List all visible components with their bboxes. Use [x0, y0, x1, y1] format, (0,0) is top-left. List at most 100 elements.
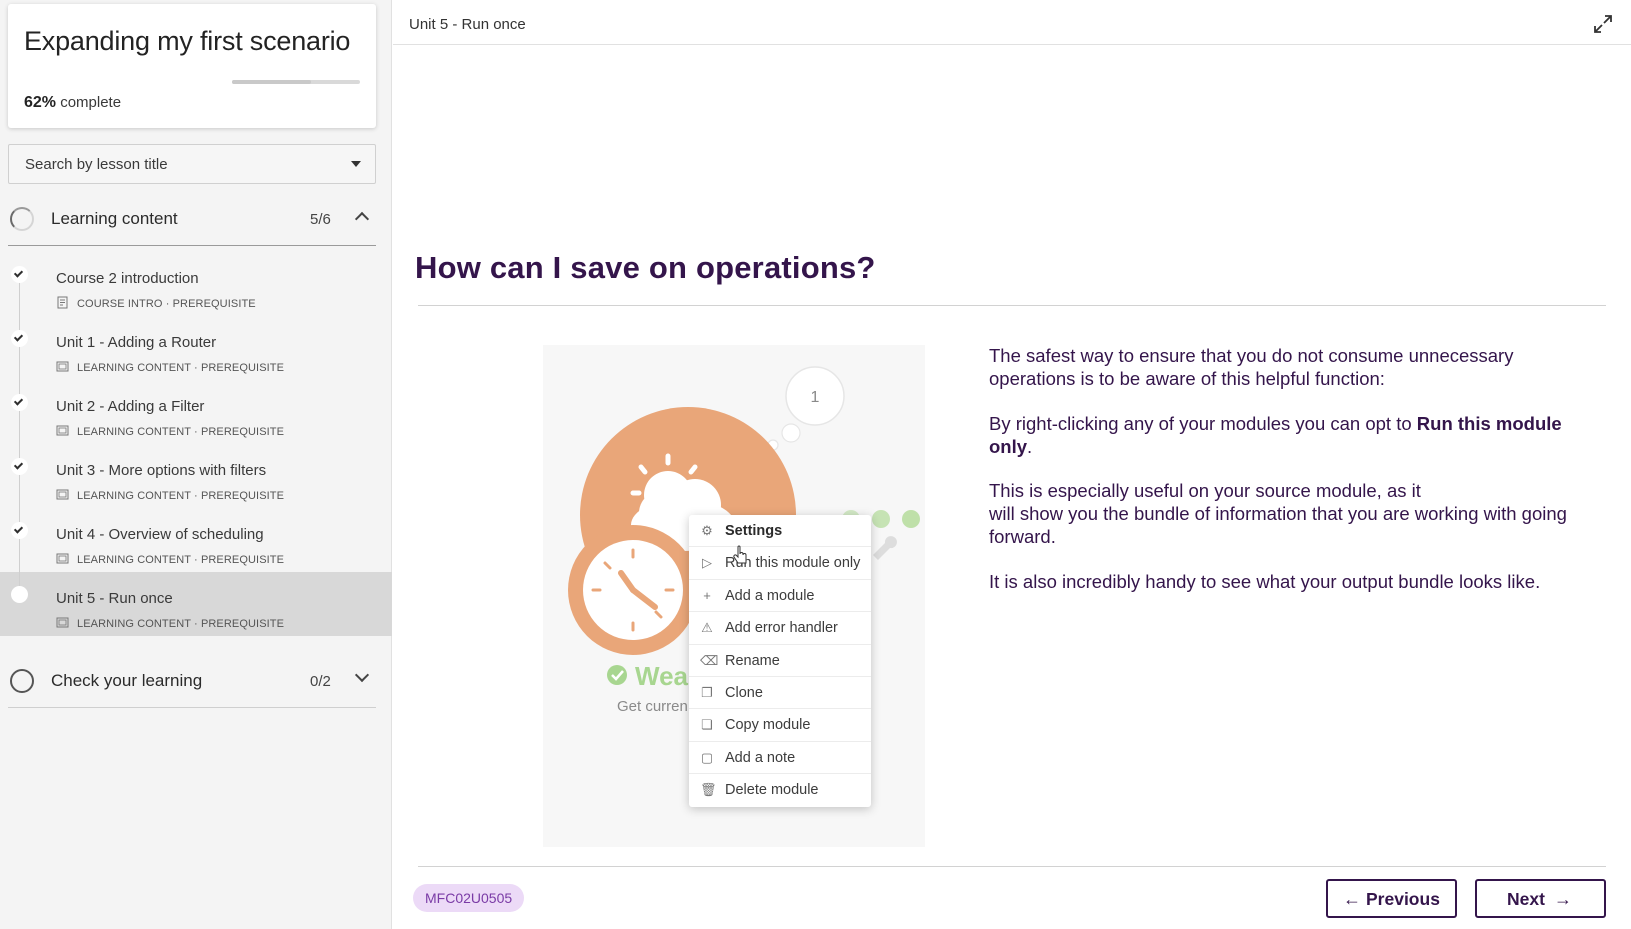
context-menu-item: ❐ Clone	[689, 677, 871, 710]
context-menu-label: Delete module	[725, 782, 819, 799]
copy-icon: ❏	[701, 717, 713, 733]
play-icon: ▷	[702, 555, 712, 571]
hand-cursor-icon	[733, 545, 747, 564]
context-menu-item: 🗑 Delete module	[689, 774, 871, 806]
paragraph-output-bundle: It is also incredibly handy to see what …	[989, 570, 1541, 592]
lesson-complete-check-icon	[11, 522, 28, 539]
course-progress-bar	[232, 80, 360, 84]
trash-icon: 🗑	[700, 782, 717, 798]
course-progress-text: 62% complete	[24, 94, 121, 112]
slides-icon	[56, 361, 69, 372]
lesson-title: Unit 1 - Adding a Router	[56, 334, 217, 351]
lesson-list: Course 2 introduction COURSE INTRO · PRER…	[0, 252, 392, 636]
next-label: Next	[1507, 889, 1545, 909]
clone-icon: ❐	[701, 684, 713, 700]
lesson-title: Unit 4 - Overview of scheduling	[56, 526, 264, 543]
section-divider	[8, 245, 376, 246]
lesson-type: LEARNING CONTENT	[77, 490, 191, 502]
context-menu-label: Add a module	[725, 587, 815, 604]
lesson-item[interactable]: Unit 2 - Adding a Filter LEARNING CONTENT…	[0, 380, 392, 444]
module-sub-partial: Get curren	[617, 698, 688, 715]
document-icon	[57, 296, 68, 309]
lesson-item[interactable]: Unit 5 - Run once LEARNING CONTENT · PRER…	[0, 572, 392, 636]
context-menu-label: Add a note	[725, 749, 796, 766]
warning-icon: ⚠	[701, 620, 713, 636]
lesson-type: LEARNING CONTENT	[77, 618, 191, 630]
section-label: Learning content	[51, 209, 178, 228]
lesson-search-dropdown[interactable]: Search by lesson title	[8, 144, 376, 184]
previous-button[interactable]: ← Previous	[1326, 879, 1457, 918]
lesson-tag: PREREQUISITE	[200, 490, 285, 502]
arrow-left-icon: ←	[1343, 889, 1361, 909]
module-context-menu-illustration: Wea Get curren 1 ⚙ Settings ▷ Run this modu…	[543, 345, 925, 847]
lesson-meta: LEARNING CONTENT · PREREQUISITE	[56, 424, 284, 438]
previous-label: Previous	[1366, 889, 1440, 909]
lesson-meta: LEARNING CONTENT · PREREQUISITE	[56, 616, 284, 630]
lesson-type: LEARNING CONTENT	[77, 554, 191, 566]
slides-icon	[56, 425, 69, 436]
course-progress-fill	[232, 80, 312, 84]
section-label: Check your learning	[51, 671, 203, 690]
section-divider	[8, 707, 376, 708]
plus-icon: +	[703, 587, 711, 603]
context-menu-label: Copy module	[725, 717, 811, 734]
caret-down-icon	[351, 161, 361, 167]
lesson-meta: LEARNING CONTENT · PREREQUISITE	[56, 552, 284, 566]
progress-suffix: complete	[60, 94, 122, 111]
meta-separator: ·	[194, 618, 198, 630]
context-menu-item: ⚙ Settings	[689, 515, 871, 548]
context-menu-item: + Add a module	[689, 580, 871, 613]
progress-percent: 62%	[24, 94, 57, 111]
lesson-tag: PREREQUISITE	[172, 298, 256, 310]
lesson-item[interactable]: Unit 1 - Adding a Router LEARNING CONTENT…	[0, 316, 392, 380]
lesson-title: Course 2 introduction	[56, 270, 199, 287]
lesson-current-dot-icon	[11, 586, 28, 603]
lesson-title: Unit 5 - Run once	[56, 590, 173, 607]
section-progress-ring-icon	[10, 669, 34, 693]
slides-icon	[56, 553, 69, 564]
course-summary-card: Expanding my first scenario 62% complete	[8, 4, 376, 128]
paragraph-text: By right-clicking any of your modules yo…	[989, 412, 1417, 434]
slides-icon	[56, 617, 69, 628]
lesson-meta: LEARNING CONTENT · PREREQUISITE	[56, 488, 284, 502]
lesson-track-line	[19, 444, 20, 508]
context-menu-item: ⌫ Rename	[689, 645, 871, 677]
lesson-complete-check-icon	[11, 458, 28, 475]
lesson-item[interactable]: Unit 4 - Overview of scheduling LEARNING …	[0, 508, 392, 572]
lesson-complete-check-icon	[11, 266, 28, 283]
footer-divider	[418, 866, 1606, 867]
section-count: 5/6	[310, 211, 331, 228]
gear-icon: ⚙	[701, 523, 713, 538]
paragraph-right-click: By right-clicking any of your modules yo…	[989, 412, 1589, 458]
lesson-complete-check-icon	[11, 330, 28, 347]
context-menu-item: ❏ Copy module	[689, 709, 871, 742]
section-progress-ring-icon	[10, 207, 34, 231]
section-learning-content[interactable]: Learning content 5/6	[8, 194, 376, 246]
lesson-code-badge: MFC02U0505	[413, 884, 525, 912]
expand-icon[interactable]	[1593, 14, 1613, 34]
lesson-heading: How can I save on operations?	[415, 250, 876, 285]
chevron-up-icon	[354, 211, 370, 227]
bubble-number: 1	[811, 389, 820, 406]
lesson-title: Unit 3 - More options with filters	[56, 462, 267, 479]
lesson-track-line	[19, 380, 20, 444]
paragraph-source-module: This is especially useful on your source…	[989, 479, 1589, 548]
context-menu-label: Rename	[725, 652, 780, 669]
lesson-item[interactable]: Course 2 introduction COURSE INTRO · PRER…	[0, 252, 392, 316]
paragraph-line: This is especially useful on your source…	[989, 480, 1421, 501]
module-context-menu: ⚙ Settings ▷ Run this module only + Add a mod…	[689, 515, 871, 807]
lesson-tag: PREREQUISITE	[200, 554, 285, 566]
unit-title: Unit 5 - Run once	[409, 16, 526, 33]
note-icon: ▢	[700, 749, 714, 765]
lesson-type: LEARNING CONTENT	[77, 362, 191, 374]
section-check-your-learning[interactable]: Check your learning 0/2	[8, 656, 376, 708]
lesson-tag: PREREQUISITE	[200, 362, 285, 374]
context-menu-item: ⚠ Add error handler	[689, 612, 871, 645]
lesson-type: COURSE INTRO	[77, 298, 163, 310]
next-button[interactable]: Next →	[1475, 879, 1606, 918]
lesson-main: Unit 5 - Run once How can I save on oper…	[393, 0, 1631, 929]
context-menu-label: Settings	[725, 523, 783, 539]
lesson-title: Unit 2 - Adding a Filter	[56, 398, 205, 415]
lesson-track-line	[19, 508, 20, 572]
lesson-item[interactable]: Unit 3 - More options with filters LEARNI…	[0, 444, 392, 508]
